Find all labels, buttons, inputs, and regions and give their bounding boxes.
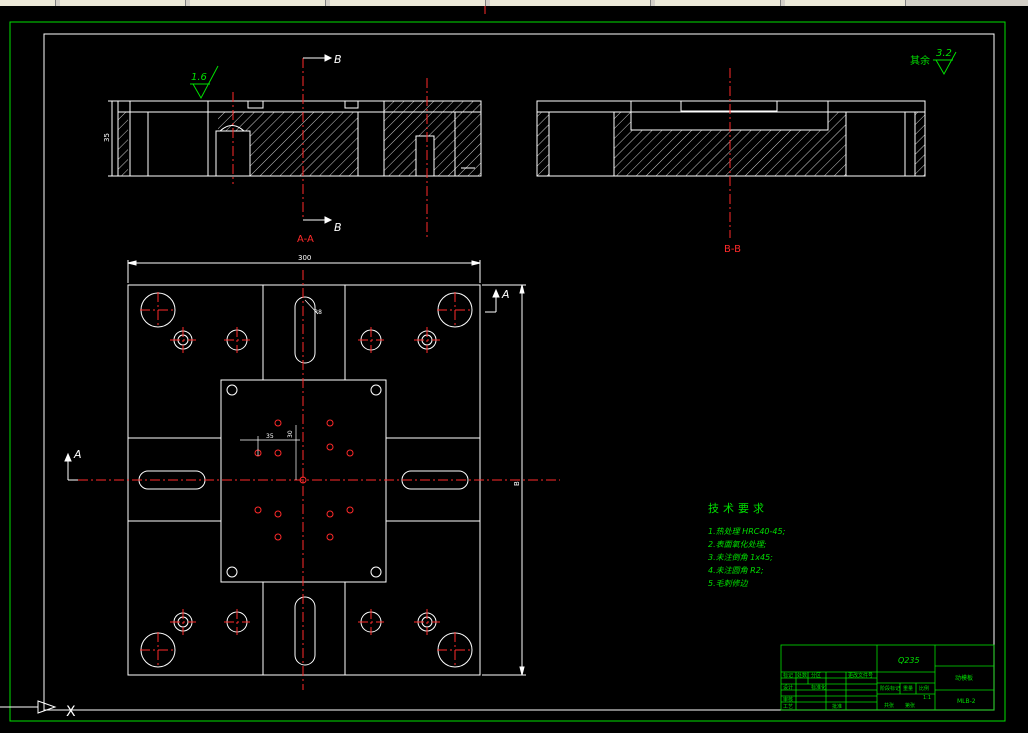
ucs-x-label: X bbox=[66, 704, 76, 720]
title-label-zone: 分区 bbox=[811, 672, 821, 679]
dim-height-label: B bbox=[513, 481, 521, 486]
plan-center-lines bbox=[78, 270, 560, 690]
ucs-icon bbox=[0, 700, 57, 714]
cut-arrow-a-right bbox=[485, 288, 500, 313]
status-bar bbox=[0, 728, 1028, 733]
title-cell-scale: 比例 bbox=[919, 685, 929, 692]
title-label-count: 处数 bbox=[797, 672, 807, 679]
title-material: Q235 bbox=[898, 656, 920, 665]
title-cell-sheet: 第张 bbox=[905, 702, 915, 709]
tech-req-item-3: 3.未注倒角 1x45; bbox=[708, 553, 773, 562]
section-view-aa[interactable] bbox=[108, 58, 482, 240]
title-scale-value: 1:1 bbox=[923, 695, 931, 701]
title-label-standard: 标准化 bbox=[811, 684, 826, 691]
dim-r-label: R8 bbox=[314, 309, 322, 316]
tech-req-title: 技术要求 bbox=[708, 502, 768, 515]
section-aa-label: A-A bbox=[297, 234, 314, 245]
title-label-review: 审核 bbox=[783, 696, 793, 703]
cut-arrow-b-top bbox=[303, 54, 333, 62]
title-label-change: 更改文件号 bbox=[848, 672, 873, 679]
roughness-global-value: 3.2 bbox=[936, 48, 952, 59]
tech-req-item-4: 4.未注圆角 R2; bbox=[708, 566, 764, 575]
drawing-border-inner bbox=[43, 33, 995, 711]
dim-width-label: 300 bbox=[298, 254, 311, 262]
drawing-canvas[interactable]: 35 B B A-A 1.6 B-B 其余 3.2 35 30 R8 300 B… bbox=[0, 6, 1028, 728]
roughness-rest-label: 其余 bbox=[910, 54, 930, 67]
tech-req-item-5: 5.毛刺修边 bbox=[708, 579, 749, 588]
section-view-bb[interactable] bbox=[536, 68, 926, 238]
cut-arrow-b-bottom bbox=[303, 216, 333, 224]
dim-small-1: 35 bbox=[266, 433, 274, 440]
dim-small-2: 30 bbox=[287, 430, 294, 438]
cut-label-a-left: A bbox=[73, 448, 82, 461]
drawing-border-outer bbox=[9, 21, 1006, 722]
title-label-mark: 标记 bbox=[783, 672, 793, 679]
title-label-approve: 批准 bbox=[832, 703, 842, 710]
title-label-design: 设计 bbox=[783, 684, 793, 691]
dim-width-line bbox=[127, 260, 481, 283]
tech-req-item-2: 2.表面氧化处理; bbox=[708, 540, 767, 549]
title-label-process: 工艺 bbox=[783, 704, 793, 710]
section-bb-label: B-B bbox=[724, 244, 741, 255]
cut-label-a-right: A bbox=[501, 288, 510, 301]
title-cell-weight: 重量 bbox=[903, 685, 913, 692]
cut-label-b-bottom: B bbox=[334, 221, 342, 234]
tech-req-item-1: 1.热处理 HRC40-45; bbox=[708, 527, 786, 536]
title-cell-total: 共张 bbox=[884, 702, 894, 709]
dim-depth-label: 35 bbox=[103, 133, 111, 142]
title-drawing-no: MLB-2 bbox=[957, 698, 976, 705]
title-part-name: 动模板 bbox=[955, 674, 973, 682]
title-cell-stage: 阶段标记 bbox=[880, 685, 900, 692]
roughness-local-value: 1.6 bbox=[191, 72, 207, 83]
cut-label-b-top: B bbox=[334, 53, 342, 66]
